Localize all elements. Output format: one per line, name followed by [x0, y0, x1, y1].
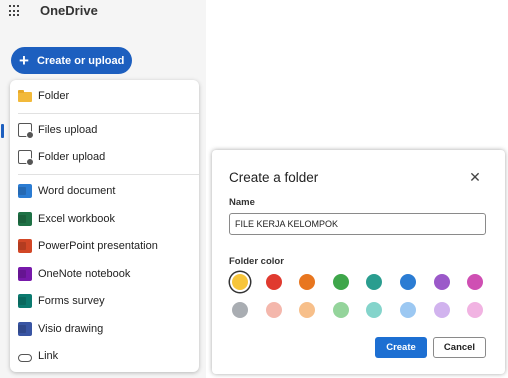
menu-item-label: Visio drawing [38, 323, 104, 335]
name-label: Name [229, 197, 255, 208]
background-area [206, 0, 508, 150]
color-swatch[interactable] [265, 274, 282, 290]
menu-divider [18, 113, 199, 114]
menu-item-onenote-notebook[interactable]: OneNote notebook [10, 262, 199, 286]
color-swatch[interactable] [366, 302, 383, 318]
color-swatch[interactable] [400, 274, 416, 290]
folder-icon [18, 90, 32, 102]
menu-item-word-document[interactable]: Word document [10, 179, 199, 203]
powerpoint-icon [18, 239, 32, 253]
menu-item-forms-survey[interactable]: Forms survey [10, 289, 199, 313]
app-launcher-icon[interactable] [9, 5, 21, 17]
color-swatch[interactable] [232, 302, 248, 318]
excel-icon [18, 212, 32, 226]
cancel-button[interactable]: Cancel [433, 337, 486, 358]
color-swatch[interactable] [265, 302, 282, 318]
create-folder-dialog: Create a folder ✕ Name FILE KERJA KELOMP… [212, 150, 505, 374]
plus-icon: + [19, 51, 29, 70]
color-swatch[interactable] [299, 274, 316, 290]
forms-icon [18, 294, 32, 308]
color-swatch[interactable] [467, 302, 484, 318]
link-icon [18, 353, 32, 362]
folder-color-label: Folder color [229, 256, 284, 267]
menu-item-files-upload[interactable]: Files upload [10, 118, 199, 142]
color-swatch[interactable] [400, 302, 416, 318]
menu-item-folder[interactable]: Folder [10, 84, 199, 108]
create-button[interactable]: Create [375, 337, 427, 358]
menu-item-visio-drawing[interactable]: Visio drawing [10, 317, 199, 341]
color-swatch[interactable] [366, 274, 383, 290]
folder-upload-icon [18, 150, 34, 166]
dialog-title: Create a folder [229, 170, 319, 185]
folder-name-input[interactable]: FILE KERJA KELOMPOK [229, 213, 486, 235]
menu-item-label: Folder [38, 90, 70, 102]
menu-item-label: Forms survey [38, 295, 105, 307]
close-icon[interactable]: ✕ [468, 170, 482, 184]
color-swatch[interactable] [433, 274, 450, 290]
menu-item-label: Files upload [38, 124, 98, 136]
onenote-icon [18, 267, 32, 281]
menu-item-powerpoint-presentation[interactable]: PowerPoint presentation [10, 234, 199, 258]
color-swatch[interactable] [433, 302, 450, 318]
app-title[interactable]: OneDrive [40, 3, 98, 18]
menu-item-excel-workbook[interactable]: Excel workbook [10, 207, 199, 231]
create-menu: Folder Files upload Folder upload Word d… [10, 80, 199, 372]
menu-item-link[interactable]: Link [10, 344, 199, 368]
word-icon [18, 184, 32, 198]
color-swatch[interactable] [232, 274, 248, 290]
color-swatch[interactable] [332, 274, 349, 290]
create-or-upload-label: Create or upload [36, 54, 125, 67]
menu-item-label: PowerPoint presentation [38, 240, 158, 252]
menu-item-label: Link [38, 350, 59, 362]
menu-divider [18, 174, 199, 175]
color-swatch[interactable] [467, 274, 484, 290]
file-upload-icon [18, 123, 34, 139]
visio-icon [18, 322, 32, 336]
menu-item-folder-upload[interactable]: Folder upload [10, 145, 199, 169]
menu-item-label: Word document [38, 185, 116, 197]
menu-item-label: Folder upload [38, 151, 106, 163]
create-or-upload-button[interactable]: + Create or upload [11, 47, 132, 74]
menu-item-label: Excel workbook [38, 213, 116, 225]
color-swatch[interactable] [332, 302, 349, 318]
app-bar: OneDrive [0, 0, 206, 24]
menu-item-label: OneNote notebook [38, 268, 131, 280]
color-swatch[interactable] [299, 302, 316, 318]
selection-indicator [1, 124, 4, 138]
